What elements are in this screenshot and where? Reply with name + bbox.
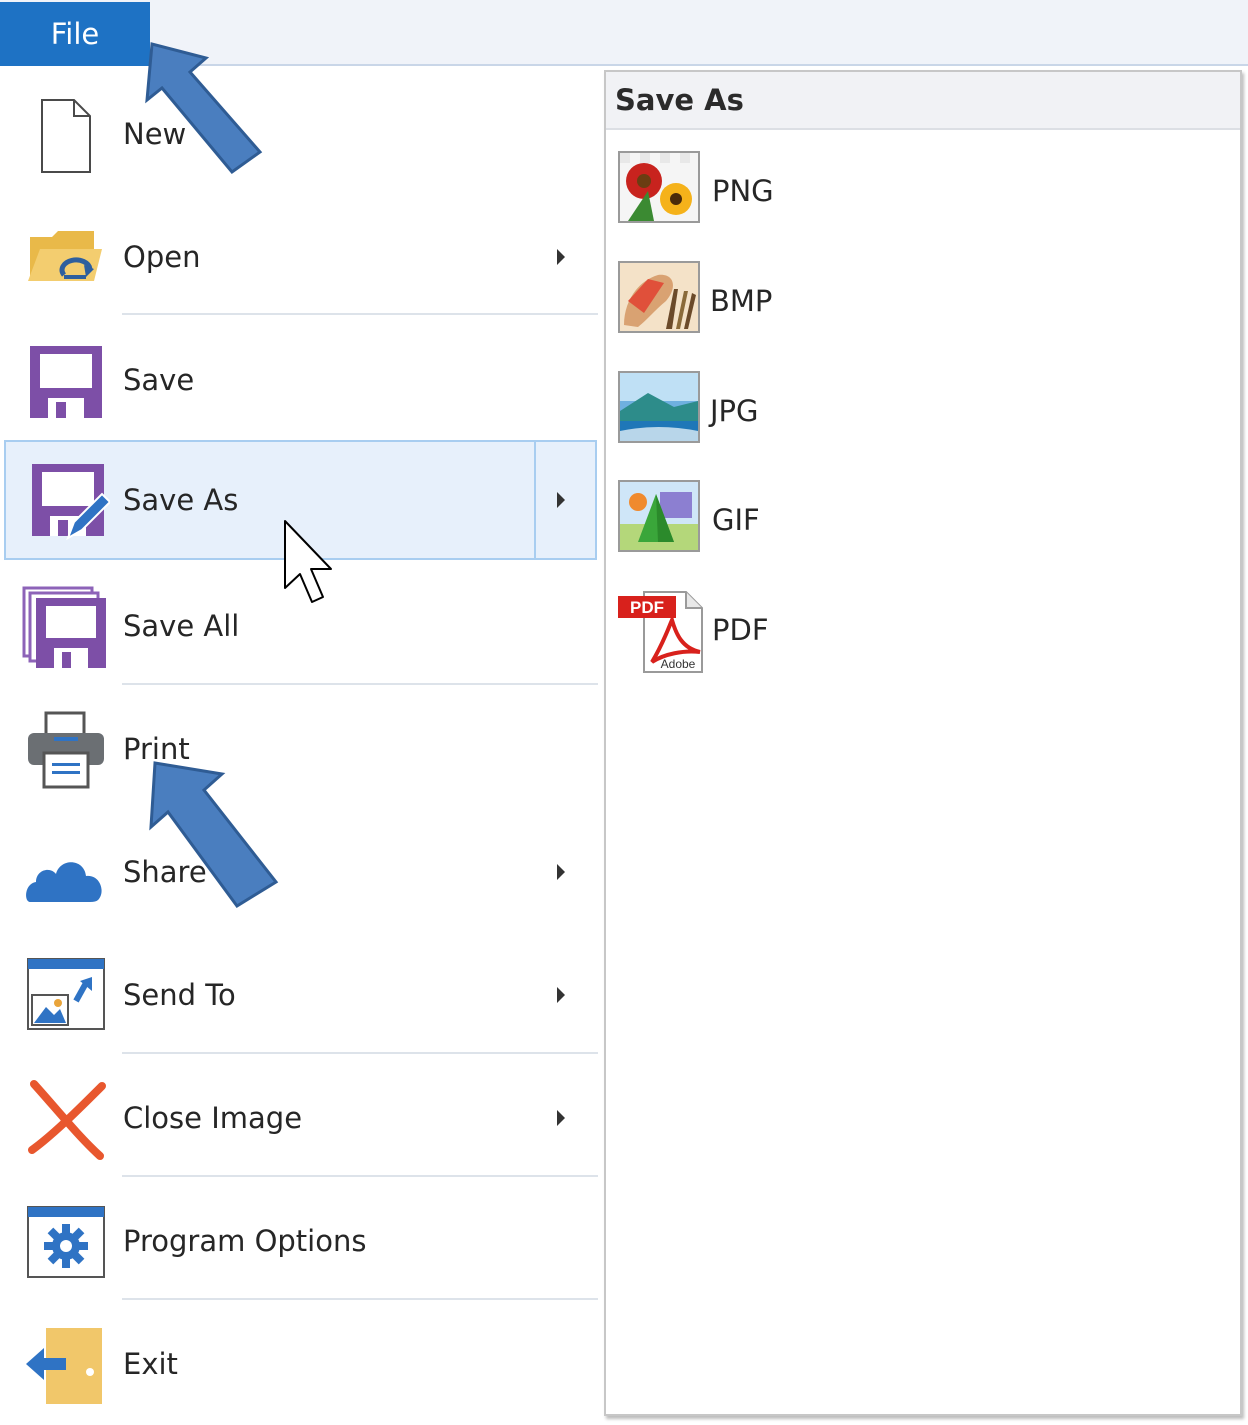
menu-item-exit[interactable]: Exit [4,1304,597,1424]
save-disk-icon [30,346,102,418]
menu-item-share[interactable]: Share [4,812,597,932]
menu-separator [122,313,598,315]
menu-item-label: Save As [123,483,239,517]
svg-text:PDF: PDF [630,598,664,617]
menu-item-label: Save All [123,609,240,643]
format-label: GIF [712,503,760,537]
new-document-icon [41,99,91,173]
submenu-arrow-icon [557,864,565,880]
format-gif[interactable]: GIF [616,475,916,565]
menu-item-label: Exit [123,1347,178,1381]
format-bmp[interactable]: BMP [616,256,916,346]
panel-title: Save As [606,72,1240,130]
settings-gear-icon [27,1206,105,1278]
menu-item-save-all[interactable]: Save All [4,566,597,686]
menu-separator [122,1298,598,1300]
exit-door-icon [26,1328,102,1404]
submenu-arrow-icon[interactable] [557,492,565,508]
format-label: JPG [710,394,759,428]
open-folder-icon [28,231,102,281]
jpg-image-icon [618,371,700,443]
menu-item-print[interactable]: Print [4,689,597,809]
menu-item-new[interactable]: New [4,74,597,194]
menu-separator [122,1052,598,1054]
png-image-icon [618,151,700,223]
file-menu: New Open Save Save As Save All Print Sha… [0,68,602,1425]
menu-item-save[interactable]: Save [4,320,597,440]
send-to-icon [27,958,105,1030]
menu-item-label: Close Image [123,1101,303,1135]
menu-item-open[interactable]: Open [4,197,597,317]
menu-item-label: Open [123,240,201,274]
split-divider [534,442,536,558]
submenu-arrow-icon [557,987,565,1003]
svg-text:Adobe: Adobe [661,657,696,671]
format-label: BMP [710,284,773,318]
bmp-image-icon [618,261,700,333]
format-label: PDF [712,613,769,647]
format-pdf[interactable]: PDF Adobe PDF [616,585,916,675]
close-x-icon [28,1080,106,1160]
menu-item-label: Share [123,855,207,889]
menu-item-label: Send To [123,978,236,1012]
menu-separator [122,1175,598,1177]
menu-item-label: Save [123,363,195,397]
file-tab[interactable]: File [0,2,150,66]
cloud-icon [26,862,102,902]
menu-item-label: Program Options [123,1224,367,1258]
save-all-icon [22,586,106,668]
save-as-icon [32,464,110,541]
menu-item-send-to[interactable]: Send To [4,935,597,1055]
save-as-panel: Save As PNG BMP JPG GIF PDF Adobe PDF [604,70,1242,1416]
format-jpg[interactable]: JPG [616,366,916,456]
menu-item-label: New [123,117,187,151]
menu-separator [122,683,598,685]
pdf-document-icon: PDF Adobe [618,591,703,673]
gif-image-icon [618,480,700,552]
submenu-arrow-icon [557,1110,565,1126]
printer-icon [28,711,104,789]
menu-item-program-options[interactable]: Program Options [4,1181,597,1301]
ribbon-bar: File [0,0,1248,66]
format-png[interactable]: PNG [616,146,916,236]
format-label: PNG [712,174,774,208]
menu-item-close-image[interactable]: Close Image [4,1058,597,1178]
menu-item-save-as[interactable]: Save As [4,440,597,560]
submenu-arrow-icon [557,249,565,265]
menu-item-label: Print [123,732,190,766]
